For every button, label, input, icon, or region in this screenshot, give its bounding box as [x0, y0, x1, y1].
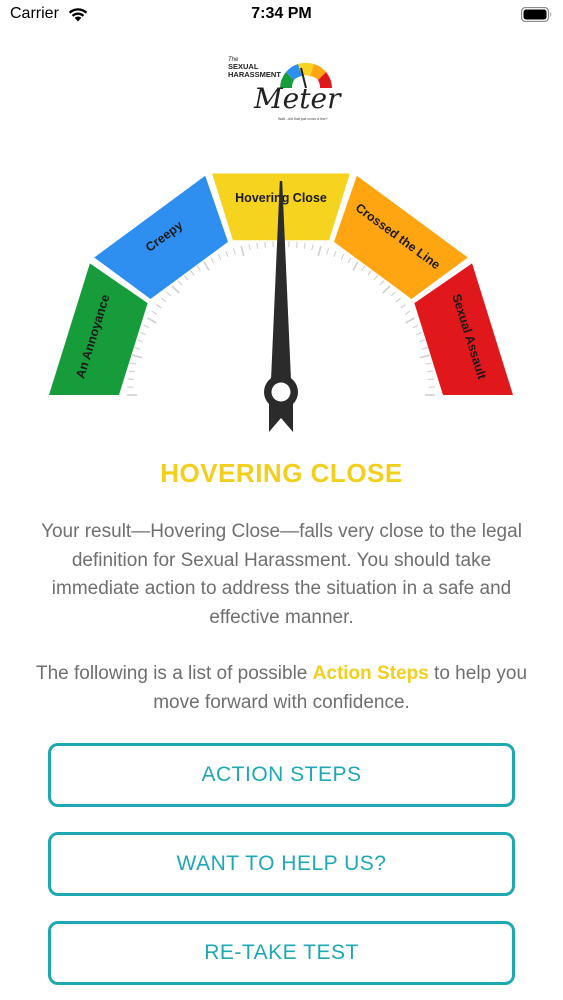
logo-wordmark: Meter: [253, 82, 342, 115]
gauge-tick: [405, 317, 415, 324]
needle-hub-hole: [271, 382, 291, 402]
gauge-tick: [333, 250, 337, 258]
gauge-tick: [127, 378, 134, 381]
gauge-tick: [210, 257, 215, 264]
gauge-tick: [418, 339, 426, 343]
app-logo: The SEXUAL HARASSMENT Meter Wait...did t…: [228, 57, 342, 121]
logo-harassment: HARASSMENT: [228, 70, 281, 79]
gauge-tick: [256, 242, 259, 249]
gauge-tick: [326, 248, 330, 255]
gauge-tick: [171, 285, 180, 294]
gauge-tick: [143, 324, 150, 329]
gauge-tick: [232, 248, 236, 255]
gauge-tick: [160, 297, 167, 303]
gauge-tick: [382, 285, 391, 294]
gauge-tick: [196, 265, 201, 272]
gauge-tick: [395, 297, 402, 303]
gauge-tick: [361, 265, 366, 272]
gauge-tick: [352, 261, 359, 271]
gauge-tick: [128, 370, 135, 373]
gauge-tick: [203, 261, 210, 271]
gauge-tick: [317, 245, 322, 257]
clock: 7:34 PM: [251, 5, 312, 22]
gauge-tick: [400, 304, 406, 309]
gauge-tick: [295, 241, 298, 248]
gauge-tick: [177, 280, 183, 286]
want-to-help-button[interactable]: WANT TO HELP US?: [48, 832, 515, 896]
gauge-tick: [340, 254, 345, 261]
gauge-tick: [166, 291, 172, 297]
battery-icon: [521, 7, 552, 22]
gauge-tick: [225, 250, 229, 258]
logo-tagline: Wait...did that just cross a line?: [278, 117, 328, 121]
gauge-tick: [136, 339, 144, 343]
gauge-tick: [427, 370, 434, 373]
gauge-tick: [303, 242, 306, 249]
gauge-tick: [156, 304, 162, 309]
gauge-tick: [264, 241, 267, 248]
gauge-tick: [412, 324, 419, 329]
gauge-tick: [428, 378, 435, 381]
gauge-tick: [248, 244, 251, 251]
gauge-tick: [415, 331, 422, 336]
gauge-tick: [147, 317, 157, 324]
gauge-tick: [131, 354, 143, 359]
gauge-tick: [347, 257, 352, 264]
gauge-tick: [134, 346, 141, 350]
gauge-tick: [419, 354, 431, 359]
gauge-tick: [311, 244, 314, 251]
action-steps-button[interactable]: ACTION STEPS: [48, 743, 515, 807]
gauge-tick: [217, 254, 222, 261]
harassment-meter-gauge: An AnnoyanceCreepyHovering CloseCrossed …: [49, 173, 513, 432]
gauge-tick: [404, 310, 411, 315]
gauge-tick: [240, 245, 245, 257]
retake-test-button[interactable]: RE-TAKE TEST: [48, 921, 515, 985]
gauge-tick: [425, 362, 432, 365]
gauge-tick: [183, 274, 189, 281]
result-title: HOVERING CLOSE: [160, 458, 403, 488]
status-bar: Carrier 7:34 PM: [0, 0, 563, 30]
gauge-tick: [379, 280, 385, 286]
intro-prefix: The following is a list of possible: [35, 663, 313, 684]
gauge-tick: [367, 270, 372, 276]
action-steps-intro: The following is a list of possible Acti…: [30, 660, 533, 717]
gauge-tick: [130, 362, 137, 365]
action-steps-highlight: Action Steps: [312, 663, 429, 684]
gauge-tick: [421, 346, 428, 350]
gauge-tick: [390, 291, 396, 297]
gauge-tick: [373, 274, 379, 281]
gauge-tick: [140, 331, 147, 336]
result-description: Your result—Hovering Close—falls very cl…: [41, 521, 522, 628]
gauge-tick: [151, 310, 158, 315]
gauge-tick: [190, 270, 195, 276]
